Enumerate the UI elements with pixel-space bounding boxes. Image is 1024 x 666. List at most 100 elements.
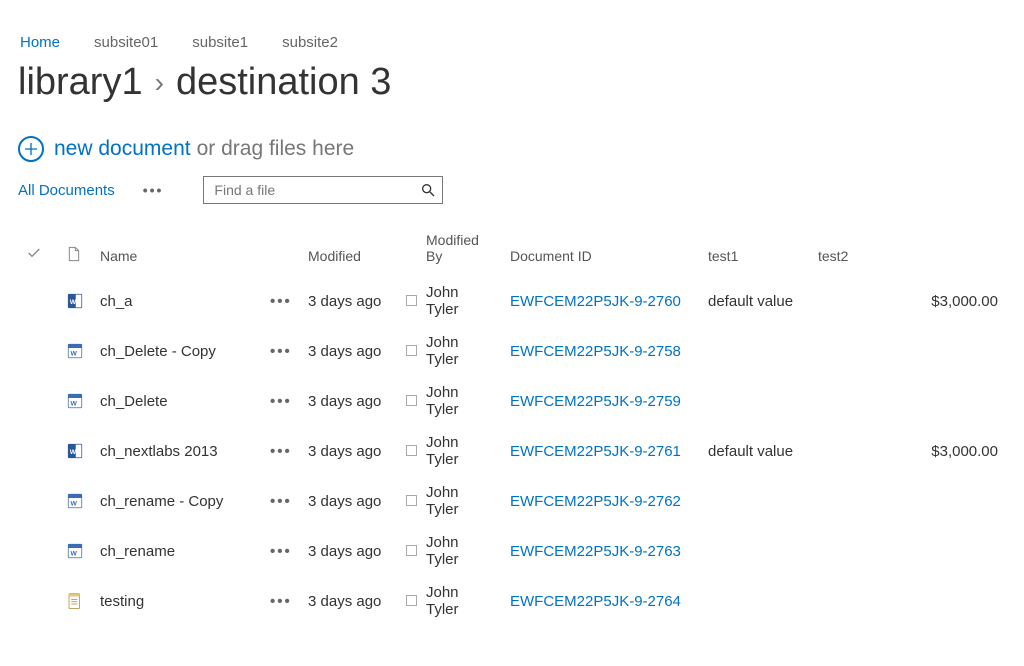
file-name[interactable]: ch_rename - Copy (92, 476, 262, 526)
table-row[interactable]: W ch_a•••3 days ago John TylerEWFCEM22P5J… (18, 276, 1006, 326)
modified-by[interactable]: John Tyler (418, 326, 502, 376)
svg-text:W: W (71, 551, 78, 558)
svg-text:W: W (70, 299, 77, 306)
row-select-cell[interactable] (18, 476, 58, 526)
document-id-link[interactable]: EWFCEM22P5JK-9-2758 (502, 326, 700, 376)
document-id-link[interactable]: EWFCEM22P5JK-9-2762 (502, 476, 700, 526)
table-row[interactable]: W ch_Delete - Copy•••3 days ago John Tyle… (18, 326, 1006, 376)
column-header-name[interactable]: Name (92, 226, 262, 276)
top-nav: Home subsite01 subsite1 subsite2 (18, 10, 1006, 59)
table-row[interactable]: W ch_rename•••3 days ago John TylerEWFCEM… (18, 526, 1006, 576)
column-header-modified-by[interactable]: Modified By (418, 226, 502, 276)
page-title-library[interactable]: library1 (18, 61, 143, 104)
document-id-link[interactable]: EWFCEM22P5JK-9-2759 (502, 376, 700, 426)
row-menu-icon[interactable]: ••• (262, 526, 300, 576)
select-all-checkbox[interactable] (18, 226, 58, 276)
row-select-cell[interactable] (18, 426, 58, 476)
topnav-subsite2[interactable]: subsite2 (282, 34, 338, 51)
file-name[interactable]: ch_Delete (92, 376, 262, 426)
svg-text:W: W (70, 449, 77, 456)
presence-icon (398, 376, 418, 426)
column-header-test1[interactable]: test1 (700, 226, 810, 276)
test2-value (810, 376, 1006, 426)
svg-text:W: W (71, 401, 78, 408)
search-box[interactable] (203, 176, 443, 204)
new-document-hint: or drag files here (197, 137, 355, 161)
modified-by[interactable]: John Tyler (418, 476, 502, 526)
modified-by[interactable]: John Tyler (418, 426, 502, 476)
new-document-row: new document or drag files here (18, 136, 1006, 162)
modified-by[interactable]: John Tyler (418, 376, 502, 426)
file-type-icon: W (58, 426, 92, 476)
row-select-cell[interactable] (18, 526, 58, 576)
row-menu-icon[interactable]: ••• (262, 276, 300, 326)
svg-text:W: W (71, 351, 78, 358)
document-id-link[interactable]: EWFCEM22P5JK-9-2763 (502, 526, 700, 576)
file-name[interactable]: ch_a (92, 276, 262, 326)
topnav-subsite1[interactable]: subsite1 (192, 34, 248, 51)
column-header-modified[interactable]: Modified (300, 226, 398, 276)
svg-text:W: W (71, 501, 78, 508)
test1-value (700, 326, 810, 376)
toolbar: All Documents ••• (18, 176, 1006, 204)
modified-date: 3 days ago (300, 426, 398, 476)
test2-value (810, 326, 1006, 376)
modified-date: 3 days ago (300, 276, 398, 326)
table-row[interactable]: W ch_rename - Copy•••3 days ago John Tyle… (18, 476, 1006, 526)
new-document-link[interactable]: new document (54, 137, 191, 161)
presence-icon (398, 326, 418, 376)
test1-value: default value (700, 276, 810, 326)
modified-date: 3 days ago (300, 326, 398, 376)
modified-date: 3 days ago (300, 476, 398, 526)
document-id-link[interactable]: EWFCEM22P5JK-9-2761 (502, 426, 700, 476)
row-menu-icon[interactable]: ••• (262, 326, 300, 376)
file-name[interactable]: ch_rename (92, 526, 262, 576)
row-menu-icon[interactable]: ••• (262, 426, 300, 476)
modified-by[interactable]: John Tyler (418, 526, 502, 576)
modified-date: 3 days ago (300, 526, 398, 576)
test1-value: default value (700, 426, 810, 476)
table-row[interactable]: W ch_nextlabs 2013•••3 days ago John Tyle… (18, 426, 1006, 476)
page-title-folder: destination 3 (176, 61, 392, 104)
view-all-documents[interactable]: All Documents (18, 182, 115, 199)
test1-value (700, 476, 810, 526)
topnav-subsite01[interactable]: subsite01 (94, 34, 158, 51)
row-menu-icon[interactable]: ••• (262, 376, 300, 426)
row-select-cell[interactable] (18, 276, 58, 326)
file-type-icon: W (58, 476, 92, 526)
search-input[interactable] (212, 181, 420, 199)
document-id-link[interactable]: EWFCEM22P5JK-9-2760 (502, 276, 700, 326)
file-type-icon: W (58, 526, 92, 576)
presence-icon (398, 476, 418, 526)
search-icon[interactable] (420, 182, 436, 198)
presence-icon (398, 526, 418, 576)
add-icon[interactable] (18, 136, 44, 162)
row-select-cell[interactable] (18, 326, 58, 376)
column-header-test2[interactable]: test2 (810, 226, 1006, 276)
table-header-row: Name Modified Modified By Document ID te… (18, 226, 1006, 276)
test2-value: $3,000.00 (810, 426, 1006, 476)
test1-value (700, 376, 810, 426)
row-select-cell[interactable] (18, 376, 58, 426)
file-list: Name Modified Modified By Document ID te… (18, 226, 1006, 626)
file-type-icon: W (58, 376, 92, 426)
presence-icon (398, 426, 418, 476)
presence-icon (398, 276, 418, 326)
file-type-icon: W (58, 326, 92, 376)
page-title: library1 › destination 3 (18, 61, 1006, 104)
test2-value (810, 476, 1006, 526)
modified-by[interactable]: John Tyler (418, 276, 502, 326)
test2-value: $3,000.00 (810, 276, 1006, 326)
file-name[interactable]: ch_nextlabs 2013 (92, 426, 262, 476)
test2-value (810, 526, 1006, 576)
table-row[interactable]: W ch_Delete•••3 days agoJohn TylerEWFCEM… (18, 376, 1006, 426)
column-header-type-icon[interactable] (58, 226, 92, 276)
topnav-home[interactable]: Home (20, 34, 60, 51)
row-menu-icon[interactable]: ••• (262, 476, 300, 526)
breadcrumb-separator-icon: › (155, 67, 164, 99)
column-header-document-id[interactable]: Document ID (502, 226, 700, 276)
file-name[interactable]: ch_Delete - Copy (92, 326, 262, 376)
view-more-icon[interactable]: ••• (139, 182, 168, 198)
test1-value (700, 526, 810, 576)
file-type-icon: W (58, 276, 92, 326)
